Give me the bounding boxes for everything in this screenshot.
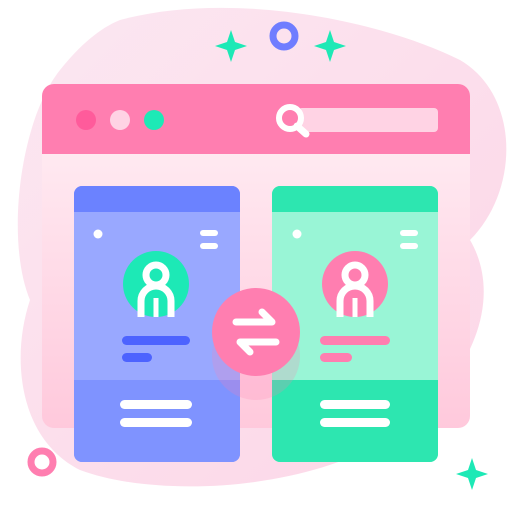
detail-line [320,400,390,409]
name-line [122,336,190,345]
name-line [320,336,390,345]
avatar-icon [123,251,189,317]
profile-swap-scene [17,7,507,490]
ring-icon [27,447,57,477]
swap-arrows-icon [212,288,300,400]
subtitle-line [320,353,352,362]
address-bar [298,108,438,132]
detail-line [120,418,192,427]
subtitle-line [122,353,152,362]
status-dot [93,229,103,239]
window-dot-icon [110,110,130,130]
window-dot-icon [76,110,96,130]
detail-line [320,418,390,427]
window-dot-icon [144,110,164,130]
avatar-icon [322,251,388,317]
sparkle-icon [456,458,488,490]
status-dot [292,229,302,239]
illustration [0,0,512,512]
detail-line [120,400,192,409]
